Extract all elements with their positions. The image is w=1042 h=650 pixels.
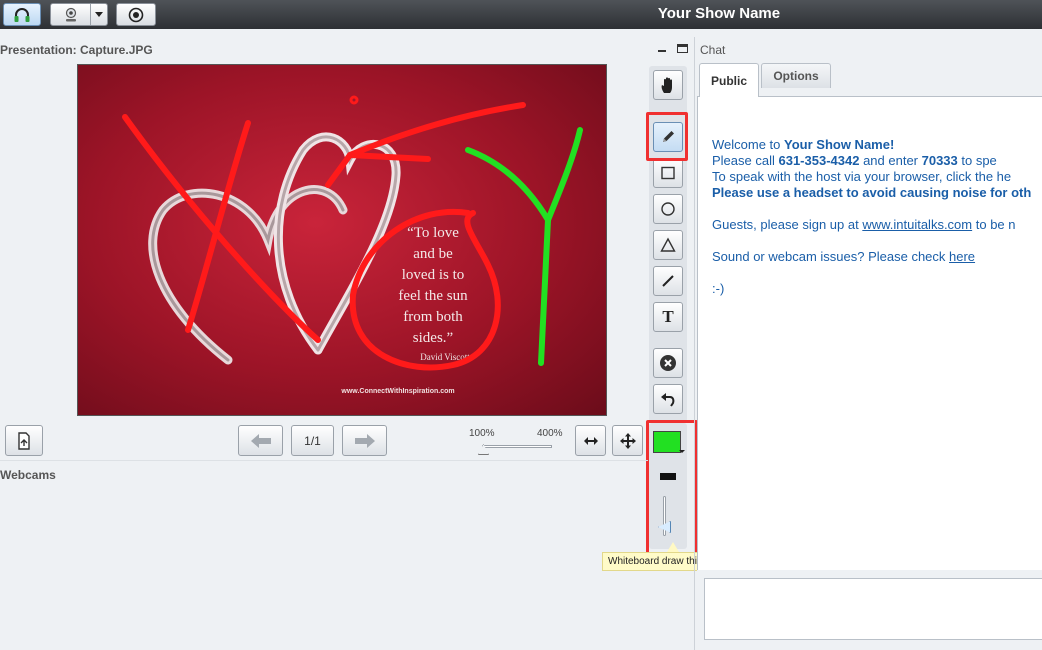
rectangle-icon bbox=[661, 166, 675, 180]
webcam-icon bbox=[65, 7, 77, 21]
presentation-title: Presentation: Capture.JPG bbox=[0, 43, 153, 57]
undo-button[interactable] bbox=[653, 384, 683, 414]
guests-link[interactable]: www.intuitalks.com bbox=[862, 217, 972, 232]
zoom-max-label: 400% bbox=[537, 428, 563, 439]
clear-button[interactable] bbox=[653, 348, 683, 378]
chat-message-input[interactable] bbox=[704, 578, 1042, 640]
maximize-icon[interactable] bbox=[677, 44, 688, 53]
undo-icon bbox=[661, 393, 675, 407]
panel-divider bbox=[0, 460, 648, 461]
guests-text: to be n bbox=[972, 217, 1016, 232]
arrow-right-icon bbox=[354, 433, 375, 448]
minimize-icon[interactable] bbox=[658, 50, 666, 52]
guests-text: Guests, please sign up at bbox=[712, 217, 863, 232]
next-slide-button[interactable] bbox=[342, 425, 387, 456]
pin-code: 70333 bbox=[921, 153, 958, 168]
call-text: and enter bbox=[859, 153, 922, 168]
ellipse-icon bbox=[661, 202, 675, 216]
chat-messages: Welcome to Your Show Name! Please call 6… bbox=[697, 96, 1042, 570]
line-icon bbox=[662, 275, 674, 287]
upload-presentation-button[interactable] bbox=[5, 425, 43, 456]
welcome-text: Welcome to bbox=[712, 137, 785, 152]
text-tool-button[interactable]: T bbox=[653, 302, 683, 332]
chevron-down-icon bbox=[95, 12, 103, 17]
top-bar: Your Show Name bbox=[0, 0, 1042, 29]
tab-public[interactable]: Public bbox=[699, 63, 759, 97]
tooltip-pointer bbox=[667, 542, 679, 552]
record-button[interactable] bbox=[116, 3, 156, 26]
call-text: to spe bbox=[957, 153, 997, 168]
zoom-min-label: 100% bbox=[469, 428, 495, 439]
previous-slide-button[interactable] bbox=[238, 425, 283, 456]
page-indicator[interactable]: 1/1 bbox=[291, 425, 334, 456]
ellipse-tool-button[interactable] bbox=[653, 194, 683, 224]
browser-line: To speak with the host via your browser,… bbox=[712, 169, 1012, 184]
webcam-dropdown[interactable] bbox=[90, 4, 107, 25]
issues-text: Sound or webcam issues? Please check bbox=[712, 249, 950, 264]
issues-line: Sound or webcam issues? Please check her… bbox=[712, 249, 975, 264]
headset-line: Please use a headset to avoid causing no… bbox=[712, 185, 1032, 200]
headset-icon bbox=[14, 7, 30, 22]
hand-icon bbox=[661, 77, 672, 93]
welcome-line: Welcome to Your Show Name! bbox=[712, 137, 894, 152]
webcam-button[interactable] bbox=[50, 3, 108, 26]
smiley-line: :-) bbox=[712, 281, 725, 296]
show-title: Your Show Name bbox=[657, 5, 781, 22]
webcams-title: Webcams bbox=[0, 468, 56, 482]
highlight-box bbox=[646, 420, 698, 559]
triangle-icon bbox=[660, 237, 676, 252]
call-text: Please call bbox=[712, 153, 779, 168]
clear-icon bbox=[660, 355, 676, 371]
phone-number: 631-353-4342 bbox=[778, 153, 860, 168]
fit-width-icon bbox=[583, 436, 598, 445]
hand-tool-button[interactable] bbox=[653, 70, 683, 100]
call-line: Please call 631-353-4342 and enter 70333… bbox=[712, 153, 997, 168]
zoom-slider[interactable] bbox=[482, 445, 552, 448]
fit-page-button[interactable] bbox=[612, 425, 643, 456]
chat-input-area bbox=[697, 570, 1042, 650]
move-icon bbox=[619, 432, 636, 449]
fit-width-button[interactable] bbox=[575, 425, 606, 456]
highlight-box bbox=[646, 112, 688, 161]
welcome-show-name: Your Show Name! bbox=[784, 137, 895, 152]
text-icon: T bbox=[662, 307, 674, 326]
record-icon bbox=[128, 7, 144, 22]
line-tool-button[interactable] bbox=[653, 266, 683, 296]
issues-link[interactable]: here bbox=[949, 249, 975, 264]
arrow-left-icon bbox=[250, 433, 271, 448]
tab-options[interactable]: Options bbox=[761, 63, 831, 88]
chat-title: Chat bbox=[700, 43, 726, 57]
triangle-tool-button[interactable] bbox=[653, 230, 683, 260]
presentation-slide[interactable]: “To love and be loved is to feel the sun… bbox=[77, 64, 607, 416]
guests-line: Guests, please sign up at www.intuitalks… bbox=[712, 217, 1016, 232]
whiteboard-annotations bbox=[122, 95, 583, 371]
upload-icon bbox=[18, 431, 30, 450]
panel-divider bbox=[694, 37, 695, 650]
audio-headset-button[interactable] bbox=[3, 3, 41, 26]
rectangle-tool-button[interactable] bbox=[653, 158, 683, 188]
